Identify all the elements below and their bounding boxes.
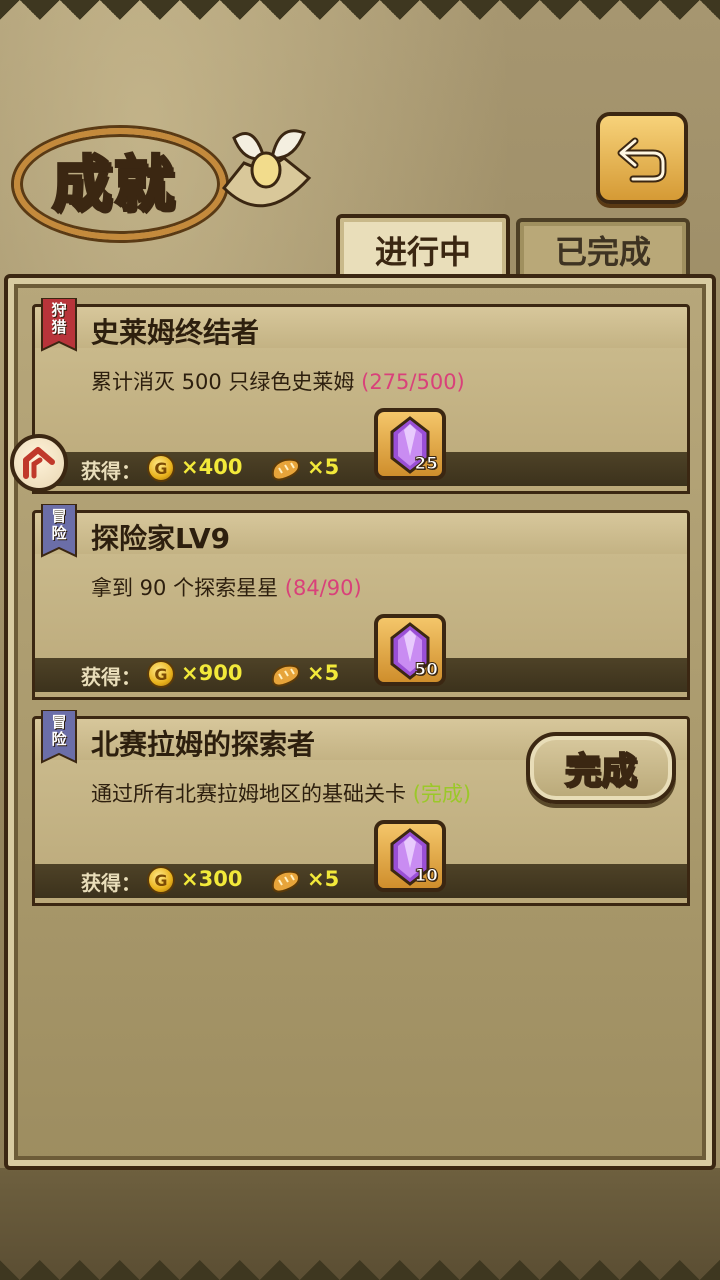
gold-coin-icon: G (147, 866, 175, 894)
card-body: 累计消灭 500 只绿色史莱姆 (275/500) 获得： G ×400 ×5 (32, 348, 690, 494)
bread-icon (271, 870, 301, 893)
bottom-border (0, 1240, 720, 1280)
description-text: 通过所有北赛拉姆地区的基础关卡 (91, 782, 406, 806)
achievement-title: 史莱姆终结者 (91, 316, 260, 349)
bread-icon (271, 664, 301, 687)
bread-reward: ×5 (307, 455, 340, 479)
achievement-card: 探险家LV9 拿到 90 个探索星星 (84/90) 获得： G ×900 ×5… (32, 503, 690, 700)
achievement-card: 史莱姆终结者 累计消灭 500 只绿色史莱姆 (275/500) 获得： G ×… (32, 297, 690, 494)
reward-bar: 获得： G ×900 ×5 (35, 658, 687, 692)
reward-bar: 获得： G ×300 ×5 (35, 864, 687, 898)
page-title-emblem: 成就 (14, 108, 314, 240)
gem-count: 50 (414, 660, 439, 681)
tab-in-progress[interactable]: 进行中 (336, 214, 510, 282)
scroll-arrow-button[interactable] (10, 434, 68, 492)
card-body: 拿到 90 个探索星星 (84/90) 获得： G ×900 ×5 (32, 554, 690, 700)
top-border (0, 0, 720, 40)
winged-egg-icon (221, 129, 312, 208)
back-button[interactable] (596, 112, 688, 204)
progress-text: (84/90) (284, 576, 362, 600)
gold-coin-icon: G (147, 660, 175, 688)
tab-completed[interactable]: 已完成 (516, 218, 690, 278)
achievement-description: 累计消灭 500 只绿色史莱姆 (275/500) (91, 366, 465, 396)
gem-reward: 50 (374, 614, 446, 686)
back-arrow-icon (617, 137, 667, 183)
coin-reward: ×300 (181, 867, 243, 891)
category-badge: 冒险 (40, 709, 78, 768)
bread-reward: ×5 (307, 867, 340, 891)
reward-bar: 获得： G ×400 ×5 (35, 452, 687, 486)
category-label: 狩猎 (51, 301, 67, 336)
achievement-description: 通过所有北赛拉姆地区的基础关卡 (完成) (91, 778, 471, 808)
achievement-title: 探险家LV9 (91, 522, 231, 555)
gem-reward: 25 (374, 408, 446, 480)
gold-coin-icon: G (147, 454, 175, 482)
progress-text: (完成) (412, 782, 472, 806)
category-badge: 冒险 (40, 503, 78, 562)
gem-reward: 10 (374, 820, 446, 892)
description-text: 累计消灭 500 只绿色史莱姆 (91, 370, 355, 394)
gem-count: 10 (414, 866, 439, 887)
reward-label: 获得： (81, 665, 141, 689)
reward-label: 获得： (81, 871, 141, 895)
progress-text: (275/500) (361, 370, 465, 394)
category-label: 冒险 (51, 507, 67, 542)
page-title: 成就 (51, 149, 176, 222)
reward-label: 获得： (81, 459, 141, 483)
gem-count: 25 (414, 454, 439, 475)
arrow-up-right-icon (23, 447, 55, 479)
card-header: 史莱姆终结者 (32, 304, 690, 352)
category-badge: 狩猎 (40, 297, 78, 356)
coin-reward: ×400 (181, 455, 243, 479)
category-label: 冒险 (51, 713, 67, 748)
coin-reward: ×900 (181, 661, 243, 685)
achievement-title: 北赛拉姆的探索者 (91, 728, 316, 761)
bread-icon (271, 458, 301, 481)
complete-button[interactable]: 完成 (526, 732, 676, 804)
card-header: 探险家LV9 (32, 510, 690, 558)
description-text: 拿到 90 个探索星星 (91, 576, 279, 600)
bread-reward: ×5 (307, 661, 340, 685)
achievement-description: 拿到 90 个探索星星 (84/90) (91, 572, 362, 602)
